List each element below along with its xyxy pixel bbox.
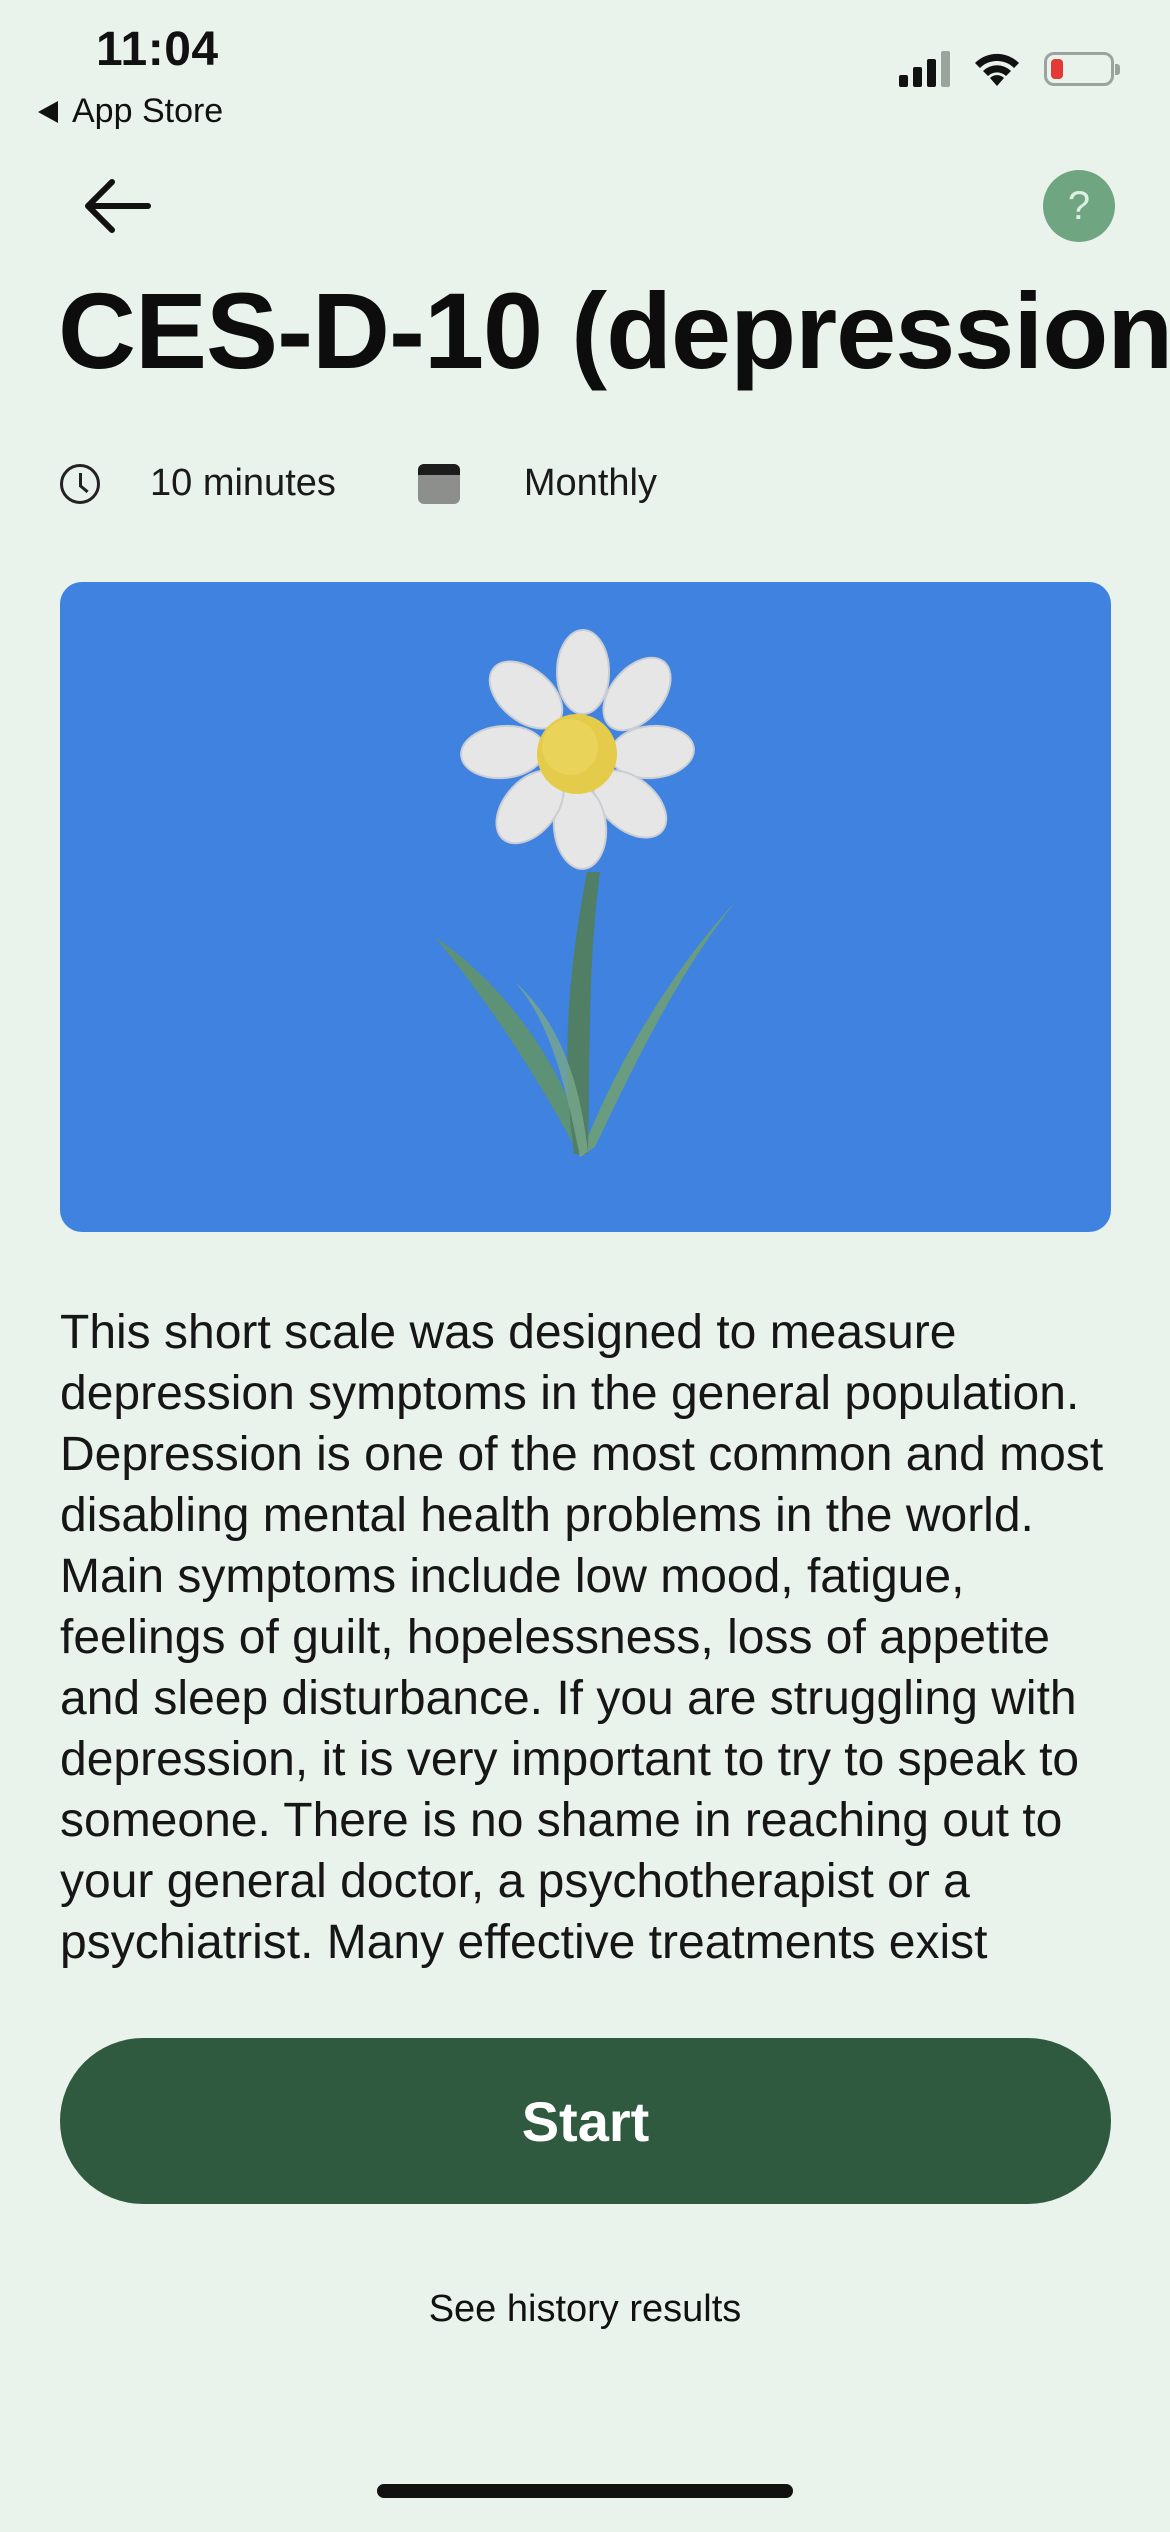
home-indicator[interactable] <box>377 2484 793 2498</box>
back-to-app-store[interactable]: App Store <box>38 92 223 131</box>
wifi-icon <box>975 53 1019 86</box>
back-to-app-label: App Store <box>72 92 224 130</box>
description-text: This short scale was designed to measure… <box>60 1306 1104 1969</box>
duration-item: 10 minutes <box>60 462 336 505</box>
help-button[interactable]: ? <box>1043 170 1115 242</box>
battery-icon <box>1044 52 1120 86</box>
page-title: CES-D-10 (depression) <box>58 270 1170 391</box>
hero-image <box>60 582 1111 1232</box>
arrow-left-icon <box>85 179 151 233</box>
meta-row: 10 minutes Monthly <box>60 462 657 505</box>
status-time: 11:04 <box>96 23 219 76</box>
status-icons <box>899 50 1120 88</box>
back-button[interactable] <box>74 168 158 244</box>
calendar-icon <box>417 463 460 504</box>
frequency-label: Monthly <box>523 462 657 504</box>
back-triangle-icon <box>38 100 58 123</box>
daisy-flower-illustration <box>435 629 735 1157</box>
start-button[interactable]: Start <box>60 2038 1111 2204</box>
clock-icon <box>60 463 100 504</box>
assessment-detail-screen: 11:04 App Store ? CES-D-10 (depression) <box>0 0 1170 2532</box>
see-history-results-link[interactable]: See history results <box>0 2288 1170 2331</box>
duration-label: 10 minutes <box>150 462 336 504</box>
frequency-item: Monthly <box>336 462 657 505</box>
start-button-label: Start <box>521 2089 650 2153</box>
cellular-signal-icon <box>899 51 950 87</box>
question-mark-icon: ? <box>1067 183 1091 228</box>
